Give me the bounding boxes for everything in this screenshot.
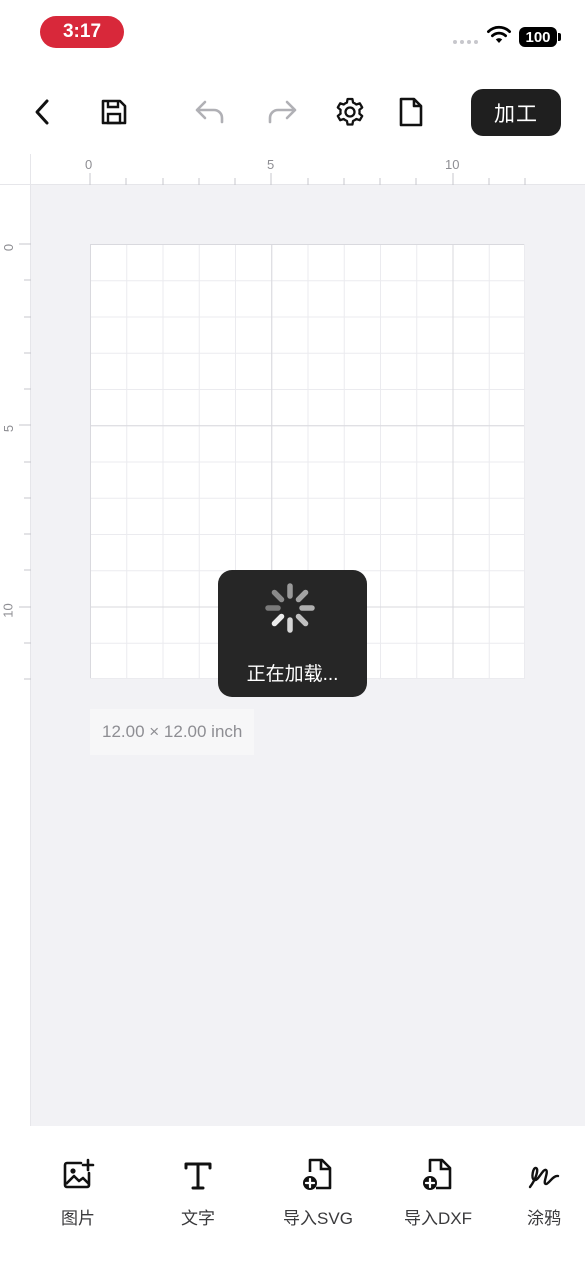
tool-label: 文字 [181, 1209, 215, 1228]
tool-label: 导入SVG [283, 1209, 353, 1228]
ruler-corner [0, 154, 31, 185]
text-icon [143, 1152, 253, 1192]
tool-label: 图片 [61, 1209, 95, 1228]
loading-toast: 正在加载... [218, 570, 367, 697]
ruler-label: 10 [445, 157, 460, 172]
import-file-icon [383, 1152, 493, 1192]
ruler-label: 5 [1, 424, 17, 433]
tool-text[interactable]: 文字 [143, 1152, 253, 1229]
bottom-tool-bar: 图片 文字 导入SVG 导入DXF 涂鸦 [0, 1126, 585, 1266]
process-button[interactable]: 加工 [471, 89, 561, 136]
undo-icon[interactable] [190, 92, 230, 132]
ruler-vertical: 0 5 10 [0, 154, 31, 1126]
tool-label: 导入DXF [404, 1209, 472, 1228]
save-disk-icon[interactable] [94, 92, 134, 132]
tool-label: 涂鸦 [527, 1209, 561, 1228]
chevron-left-icon[interactable] [22, 92, 62, 132]
battery-indicator: 100 [519, 27, 561, 47]
ruler-label: 0 [85, 157, 93, 172]
tool-image[interactable]: 图片 [23, 1152, 133, 1229]
import-file-icon [263, 1152, 373, 1192]
scribble-icon [503, 1152, 585, 1192]
signal-icon [453, 40, 478, 44]
tool-scribble[interactable]: 涂鸦 [503, 1152, 585, 1229]
status-bar: 3:17 100 [0, 0, 585, 64]
ruler-label: 0 [1, 243, 17, 252]
status-time: 3:17 [40, 16, 124, 48]
spinner-icon [265, 583, 315, 633]
ruler-horizontal: 0 5 10 [0, 154, 585, 185]
image-add-icon [23, 1152, 133, 1192]
gear-icon[interactable] [330, 92, 370, 132]
artboard-size-label: 12.00 × 12.00 inch [90, 709, 255, 755]
wifi-icon [487, 25, 511, 43]
ruler-label: 5 [267, 157, 275, 172]
tool-import-svg[interactable]: 导入SVG [263, 1152, 373, 1229]
document-icon[interactable] [391, 92, 431, 132]
ruler-label: 10 [0, 603, 16, 618]
redo-icon[interactable] [262, 92, 302, 132]
tool-import-dxf[interactable]: 导入DXF [383, 1152, 493, 1229]
loading-text: 正在加载... [246, 664, 339, 685]
